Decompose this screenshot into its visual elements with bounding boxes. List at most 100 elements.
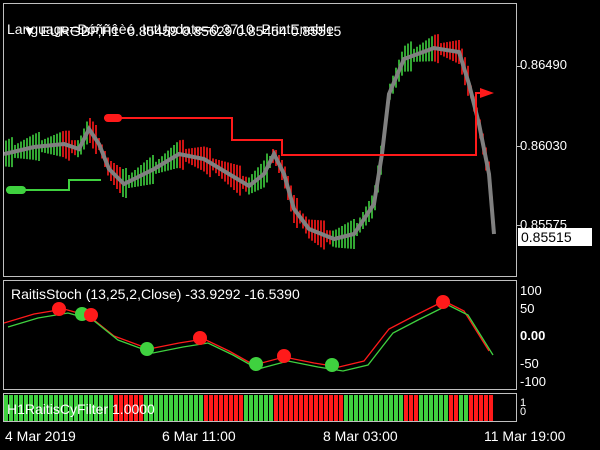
filter-bar: [399, 395, 403, 421]
filter-bar: [414, 395, 418, 421]
filter-bar: [234, 395, 238, 421]
filter-bar: [184, 395, 188, 421]
stoch-signal-dot: [52, 302, 66, 316]
price-tick: [517, 66, 521, 67]
filter-bar: [419, 395, 423, 421]
filter-title: H1RaitisCyFilter 1.0000: [7, 401, 155, 417]
time-label-4: 11 Mar 19:00: [484, 428, 566, 444]
filter-bar: [209, 395, 213, 421]
filter-bar: [334, 395, 338, 421]
filter-bar: [424, 395, 428, 421]
filter-bar: [224, 395, 228, 421]
osc-label-50: 50: [520, 301, 535, 316]
price-arrow-icon: [480, 88, 494, 98]
level-marker: [104, 114, 122, 122]
filter-bar: [464, 395, 468, 421]
filter-bar: [379, 395, 383, 421]
filter-bar: [304, 395, 308, 421]
osc-label-0: 0.00: [520, 328, 546, 343]
filter-bar: [484, 395, 488, 421]
time-label-3: 8 Mar 03:00: [323, 428, 398, 444]
filter-bar: [294, 395, 298, 421]
filter-bar: [214, 395, 218, 421]
filter-bar: [444, 395, 448, 421]
resistance-level-line: [104, 92, 487, 156]
filter-bar: [364, 395, 368, 421]
indicator-params: Language=Đóññêèé IntUpdate=0.3710 PrintE…: [7, 21, 334, 37]
price-tick: [517, 146, 521, 147]
filter-bar: [319, 395, 323, 421]
filter-bar: [174, 395, 178, 421]
filter-bar: [449, 395, 453, 421]
stoch-signal-dot: [140, 342, 154, 356]
filter-bar: [259, 395, 263, 421]
time-label-2: 6 Mar 11:00: [162, 428, 236, 444]
filter-bar: [469, 395, 473, 421]
filter-bar: [409, 395, 413, 421]
filter-bar: [204, 395, 208, 421]
stoch-signal-dot: [84, 308, 98, 322]
filter-bar: [329, 395, 333, 421]
stoch-signal-dot: [325, 358, 339, 372]
filter-bar: [159, 395, 163, 421]
stoch-signal-dot: [249, 357, 263, 371]
filter-bar: [284, 395, 288, 421]
filter-bar: [199, 395, 203, 421]
filter-bar: [354, 395, 358, 421]
filter-bar: [474, 395, 478, 421]
filter-bar: [254, 395, 258, 421]
level-marker: [6, 186, 26, 194]
oscillator-panel[interactable]: RaitisStoch (13,25,2,Close) -33.9292 -16…: [3, 280, 517, 390]
filter-bar: [344, 395, 348, 421]
filter-bar: [339, 395, 343, 421]
filter-bar: [264, 395, 268, 421]
filter-bar: [489, 395, 493, 421]
filter-bar: [194, 395, 198, 421]
stoch-signal-dot: [277, 349, 291, 363]
filter-bar: [269, 395, 273, 421]
filter-bar: [349, 395, 353, 421]
filter-bar: [179, 395, 183, 421]
price-label-2: 0.86030: [520, 138, 567, 153]
filter-bar: [309, 395, 313, 421]
filter-bar: [429, 395, 433, 421]
filter-bar: [239, 395, 243, 421]
osc-label-100: 100: [520, 283, 542, 298]
osc-label-minus50: -50: [520, 356, 539, 371]
filter-bar: [244, 395, 248, 421]
filter-bar: [289, 395, 293, 421]
filter-bar: [384, 395, 388, 421]
filter-bar: [299, 395, 303, 421]
time-label-1: 4 Mar 2019: [5, 428, 76, 444]
filter-bar: [164, 395, 168, 421]
filter-bar: [219, 395, 223, 421]
oscillator-title: RaitisStoch (13,25,2,Close) -33.9292 -16…: [11, 286, 300, 302]
filter-bar: [169, 395, 173, 421]
filter-bar: [229, 395, 233, 421]
filter-bar: [389, 395, 393, 421]
filter-bar: [454, 395, 458, 421]
stoch-signal-dot: [193, 331, 207, 345]
filter-bar: [359, 395, 363, 421]
filter-panel[interactable]: H1RaitisCyFilter 1.0000: [3, 393, 517, 422]
filter-bar: [314, 395, 318, 421]
filter-bar: [189, 395, 193, 421]
price-label-1: 0.86490: [520, 57, 567, 72]
filter-bar: [459, 395, 463, 421]
filter-bar: [249, 395, 253, 421]
filter-bar: [274, 395, 278, 421]
filter-bar: [394, 395, 398, 421]
price-chart-panel[interactable]: ▼ EURGBP,H1 0.85459 0.85629 0.85454 0.85…: [3, 3, 517, 277]
filter-bar: [369, 395, 373, 421]
filter-label-0: 0: [520, 406, 527, 418]
current-price-box: 0.85515: [518, 228, 592, 246]
filter-bar: [324, 395, 328, 421]
filter-bar: [479, 395, 483, 421]
filter-bar: [279, 395, 283, 421]
filter-bar: [374, 395, 378, 421]
filter-bar: [439, 395, 443, 421]
price-tick: [517, 225, 521, 226]
stoch-signal-dot: [436, 295, 450, 309]
osc-label-minus100: -100: [520, 374, 547, 389]
filter-bar: [434, 395, 438, 421]
